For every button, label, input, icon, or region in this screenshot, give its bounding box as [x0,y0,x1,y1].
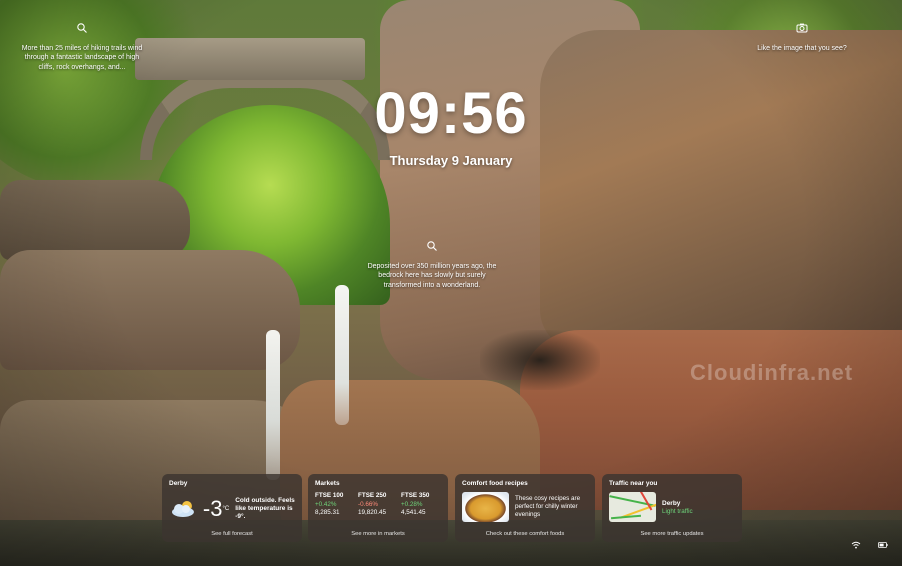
markets-widget[interactable]: Markets FTSE 100 +0.42% 8,285.31 FTSE 25… [308,474,448,542]
market-name: FTSE 350 [401,492,430,499]
weather-widget[interactable]: Derby -3°C Cold outside. Feels like temp… [162,474,302,542]
see-more-traffic-link[interactable]: See more traffic updates [602,531,742,537]
lockscreen-date: Thursday 9 January [389,153,513,168]
battery-icon[interactable] [878,541,888,549]
search-icon [77,23,87,33]
wifi-icon[interactable] [851,541,861,549]
see-more-markets-link[interactable]: See more in markets [308,531,448,537]
market-change: +0.28% [401,500,423,508]
spotlight-like-text: Like the image that you see? [757,44,847,52]
traffic-status: Light traffic [662,508,693,515]
recipe-description: These cosy recipes are perfect for chill… [515,495,581,518]
market-item: FTSE 100 +0.42% 8,285.31 [315,492,355,518]
recipes-title: Comfort food recipes [462,480,528,487]
see-full-forecast-link[interactable]: See full forecast [162,531,302,537]
market-value: 8,285.31 [315,509,340,516]
camera-icon [796,23,808,33]
search-icon [427,241,437,251]
weather-location: Derby [169,480,188,487]
recipes-widget[interactable]: Comfort food recipes These cosy recipes … [455,474,595,542]
market-name: FTSE 100 [315,492,344,499]
traffic-location: Derby [662,500,681,507]
temperature: -3°C [202,496,230,521]
market-change: -0.66% [358,500,378,508]
traffic-title: Traffic near you [609,480,658,487]
spotlight-info-center[interactable]: Deposited over 350 million years ago, th… [366,240,498,290]
market-item: FTSE 350 +0.28% 4,541.45 [401,492,441,518]
spotlight-info-text: Deposited over 350 million years ago, th… [367,262,497,289]
check-comfort-foods-link[interactable]: Check out these comfort foods [455,531,595,537]
market-item: FTSE 250 -0.66% 19,820.45 [358,492,398,518]
watermark: Cloudinfra.net [690,360,854,385]
markets-title: Markets [315,480,340,487]
temperature-unit: °C [222,506,230,512]
weather-description: Cold outside. Feels like temperature is … [235,497,295,520]
temperature-value: -3 [202,496,223,521]
market-change: +0.42% [315,500,337,508]
market-name: FTSE 250 [358,492,387,499]
spotlight-info-text: More than 25 miles of hiking trails wind… [21,44,143,71]
recipe-thumbnail-image [462,492,509,522]
lockscreen-clock: 09:56 [374,81,528,146]
spotlight-like-image[interactable]: Like the image that you see? [754,22,850,53]
spotlight-info-left[interactable]: More than 25 miles of hiking trails wind… [18,22,146,72]
traffic-widget[interactable]: Traffic near you Derby Light traffic See… [602,474,742,542]
traffic-map-image [609,492,656,522]
partly-cloudy-icon [171,501,194,517]
market-value: 4,541.45 [401,509,426,516]
market-value: 19,820.45 [358,509,387,516]
